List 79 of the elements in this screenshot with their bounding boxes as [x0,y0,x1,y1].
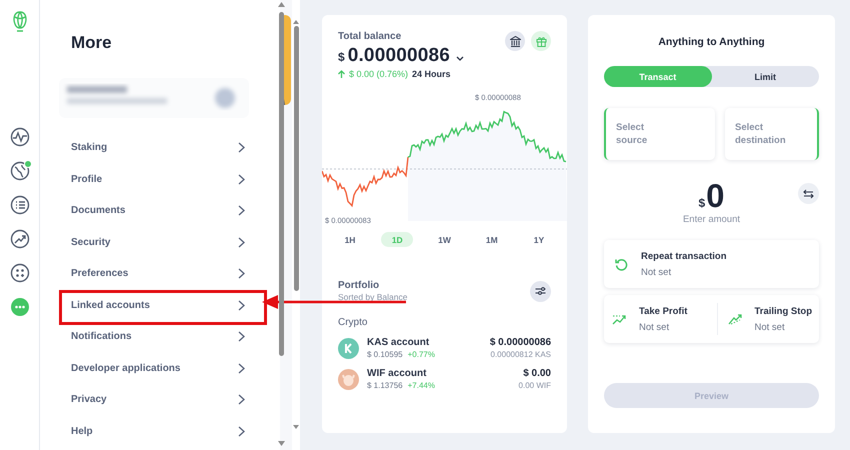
menu-item[interactable]: Profile [71,164,249,195]
range-tab[interactable]: 1M [476,232,508,247]
account-name[interactable]: WIF account [367,368,435,379]
trend-icon[interactable] [10,229,30,249]
change-period: 24 Hours [412,69,451,79]
repeat-icon [615,258,628,270]
scroll-down-icon[interactable] [278,441,285,446]
menu-item[interactable]: Linked accounts [71,290,249,321]
chevron-icon [238,331,245,342]
chevron-icon [238,268,245,280]
range-tab[interactable]: 1W [428,232,460,247]
menu-item[interactable]: Staking [71,132,249,164]
chevron-icon [238,300,245,311]
chevron-icon [238,426,245,437]
scroll-up-icon[interactable] [293,20,299,24]
destination-selector[interactable]: Select destination [725,108,819,160]
sliders-icon [535,286,546,296]
scroll-down-icon[interactable] [293,425,299,429]
scrollbar-thumb[interactable] [279,12,284,356]
menu-item[interactable]: Preferences [71,258,249,290]
swap-button[interactable] [798,183,819,204]
balance-label: Total balance [338,31,402,42]
account-change: +0.77% [408,350,435,359]
menu-item[interactable]: Developer applications [71,352,249,384]
account-name[interactable]: KAS account [367,337,435,348]
apps-icon[interactable] [10,263,30,283]
chevron-icon [238,362,245,374]
sort-label: Sorted by Balance [338,292,408,302]
option-value: Not set [754,322,786,332]
amount-input[interactable]: 0 [706,180,725,212]
account-price: $ 0.10595 [367,350,403,359]
range-tab[interactable]: 1Y [523,232,555,247]
balance-amount: 0.00000086 [348,45,450,67]
trend-up-icon [728,314,742,324]
balance-change: $ 0.00 (0.76%) [349,69,408,79]
option-title: Trailing Stop [754,306,812,316]
account-amount: 0.00 WIF [518,381,551,390]
option-card[interactable]: Repeat transaction Not set [604,240,819,288]
menu-item[interactable]: Documents [71,195,249,226]
scrollbar-thumb[interactable] [294,26,299,291]
option-value: Not set [639,322,670,332]
filter-button[interactable] [530,280,551,302]
account-value: $ 0.00000086 [490,337,551,348]
option-value: Not set [641,266,672,278]
globe-icon[interactable] [10,161,30,181]
chevron-icon [238,205,245,216]
currency-sign: $ [338,50,345,64]
caret-icon[interactable] [456,56,464,61]
account-value: $ 0.00 [522,368,551,379]
option-title: Take Profit [639,306,688,316]
account-amount: 0.00000812 KAS [490,350,551,359]
pulse-icon[interactable] [10,127,30,147]
source-selector[interactable]: Select source [604,108,715,160]
menu-item[interactable]: Security [71,226,249,258]
chevron-icon [238,142,245,154]
bank-icon [510,36,520,46]
mode-tab[interactable]: Limit [712,66,819,87]
panel-title: More [71,33,113,53]
range-tab[interactable]: 1H [334,232,366,247]
chevron-icon [238,394,245,406]
gift-icon [536,36,546,46]
scroll-up-icon[interactable] [278,2,285,7]
menu-item[interactable]: Privacy [71,384,249,416]
account-price: $ 1.13756 [367,381,403,390]
option-title: Repeat transaction [641,250,727,262]
currency-sign: $ [698,196,706,210]
chevron-icon [238,236,245,248]
card-title: Anything to Anything [657,36,766,48]
trend-up-icon [612,314,626,324]
list-icon[interactable] [10,195,30,215]
chevron-icon [238,174,245,185]
menu-item[interactable]: Notifications [71,321,249,352]
portfolio-title: Portfolio [338,280,380,291]
account-change: +7.44% [408,381,435,390]
amount-hint: Enter amount [682,214,742,225]
menu-item[interactable]: Help [71,416,249,447]
section-label: Crypto [337,316,368,330]
swap-icon [803,188,814,198]
bank-button[interactable] [505,31,525,51]
